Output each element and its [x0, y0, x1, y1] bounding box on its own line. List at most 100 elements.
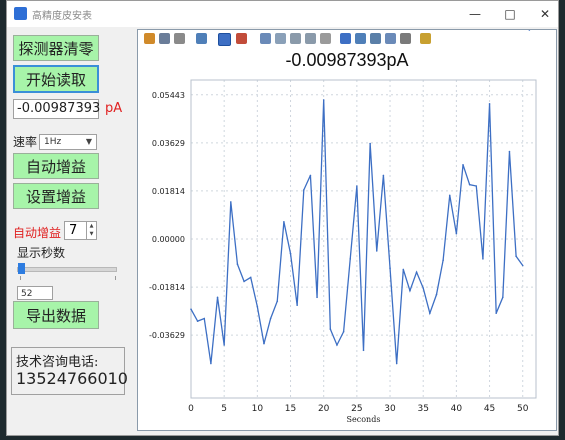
x-tick-label: 50	[517, 404, 529, 414]
rate-select-value: 1Hz	[44, 137, 62, 147]
data-point	[488, 103, 491, 105]
export-data-button[interactable]: 导出数据	[13, 301, 99, 329]
set-gain-button[interactable]: 设置增益	[13, 183, 99, 209]
maximize-button[interactable]: □	[499, 5, 521, 23]
data-point	[322, 99, 325, 101]
auto-gain-label: 自动增益	[13, 226, 62, 240]
data-point	[296, 304, 298, 307]
data-point	[422, 287, 425, 289]
data-point	[203, 317, 206, 320]
x-axis-label: Seconds	[347, 415, 381, 424]
minimize-button[interactable]: —	[464, 5, 486, 23]
data-point	[389, 267, 391, 269]
y-tick-label: 0.01814	[152, 187, 185, 196]
data-point	[455, 232, 458, 235]
reading-value-field[interactable]: -0.00987393	[13, 99, 100, 119]
seconds-slider-track[interactable]	[17, 267, 117, 272]
data-point	[369, 142, 371, 145]
data-point	[210, 362, 212, 365]
auto-gain-spinner-value: 7	[69, 223, 78, 238]
close-button[interactable]: ✕	[534, 5, 556, 23]
data-point	[528, 30, 531, 31]
data-point	[375, 250, 378, 252]
start-read-button[interactable]: 开始读取	[13, 65, 99, 93]
window-title: 高精度皮安表	[32, 11, 92, 22]
data-point	[309, 174, 312, 177]
data-point	[415, 271, 418, 273]
line-chart: -0.03629 -0.01814 0.00000 0.01814 0.03629 0.0…	[149, 30, 537, 424]
data-point	[409, 289, 411, 292]
data-point	[448, 194, 451, 197]
data-point	[230, 201, 232, 203]
y-tick-label: 0.00000	[152, 235, 185, 244]
data-point	[249, 276, 252, 279]
data-point	[502, 296, 504, 299]
y-tick-label: -0.01814	[149, 283, 185, 292]
data-point	[462, 164, 464, 166]
auto-gain-button[interactable]: 自动增益	[13, 153, 99, 179]
seconds-value-field[interactable]: 52	[17, 286, 53, 300]
x-tick-label: 15	[285, 404, 296, 414]
data-point	[482, 258, 484, 260]
slider-ticks	[20, 276, 116, 280]
data-point	[190, 308, 192, 311]
x-tick-label: 35	[417, 404, 428, 414]
control-panel: 探测器清零 开始读取 -0.00987393 pA 速率 1Hz ▼ 自动增益 …	[7, 27, 131, 435]
data-point	[256, 305, 259, 308]
chart-panel: -0.00987393pA -0.03629 -0.01814 0.00000 0.0…	[137, 29, 557, 431]
data-point	[515, 255, 517, 258]
x-tick-label: 20	[318, 404, 330, 414]
y-tick-label: 0.05443	[152, 91, 185, 100]
contact-phone: 13524766010	[16, 369, 128, 388]
seconds-slider-thumb[interactable]	[18, 263, 25, 274]
x-tick-label: 25	[351, 404, 362, 414]
x-tick-label: 0	[188, 404, 194, 414]
data-point	[468, 183, 471, 186]
rate-label: 速率	[13, 135, 38, 149]
app-window: 高精度皮安表 — □ ✕ 探测器清零 开始读取 -0.00987393 pA 速…	[6, 0, 559, 436]
data-point	[495, 312, 497, 315]
data-point	[402, 268, 405, 271]
reading-unit-label: pA	[105, 101, 123, 116]
data-point	[276, 300, 279, 303]
data-point	[223, 344, 225, 346]
data-point	[236, 263, 239, 265]
data-point	[316, 296, 318, 299]
x-tick-label: 45	[484, 404, 495, 414]
auto-gain-spinner[interactable]: 7 ▲ ▼	[64, 221, 97, 240]
data-point	[508, 150, 511, 153]
data-point	[289, 252, 292, 255]
data-point	[243, 280, 245, 283]
data-point	[336, 344, 338, 346]
data-point	[349, 258, 352, 260]
data-point	[283, 220, 285, 223]
zero-detector-button[interactable]: 探测器清零	[13, 35, 99, 61]
x-tick-label: 40	[451, 404, 463, 414]
contact-label: 技术咨询电话:	[16, 355, 99, 370]
x-tick-label: 10	[252, 404, 264, 414]
display-seconds-label: 显示秒数	[17, 246, 66, 260]
data-point	[429, 312, 431, 315]
contact-box: 技术咨询电话: 13524766010	[11, 347, 128, 395]
x-tick-label: 30	[384, 404, 396, 414]
data-point	[302, 189, 305, 191]
data-point	[196, 320, 199, 322]
data-point	[442, 259, 444, 261]
data-point	[342, 330, 345, 333]
x-tick-label: 5	[221, 404, 227, 414]
chevron-down-icon: ▼	[85, 137, 92, 146]
data-point	[263, 342, 265, 345]
spinner-arrows-icon[interactable]: ▲ ▼	[86, 222, 96, 239]
data-point	[356, 185, 358, 187]
data-point	[269, 317, 272, 320]
y-tick-label: -0.03629	[149, 331, 185, 340]
data-point	[216, 296, 219, 299]
app-icon	[14, 7, 27, 20]
data-point	[475, 185, 478, 187]
data-point	[362, 349, 365, 352]
data-point	[382, 174, 385, 177]
data-point	[435, 293, 438, 296]
data-point	[521, 264, 524, 267]
rate-select[interactable]: 1Hz ▼	[39, 134, 97, 150]
data-point	[395, 362, 398, 365]
